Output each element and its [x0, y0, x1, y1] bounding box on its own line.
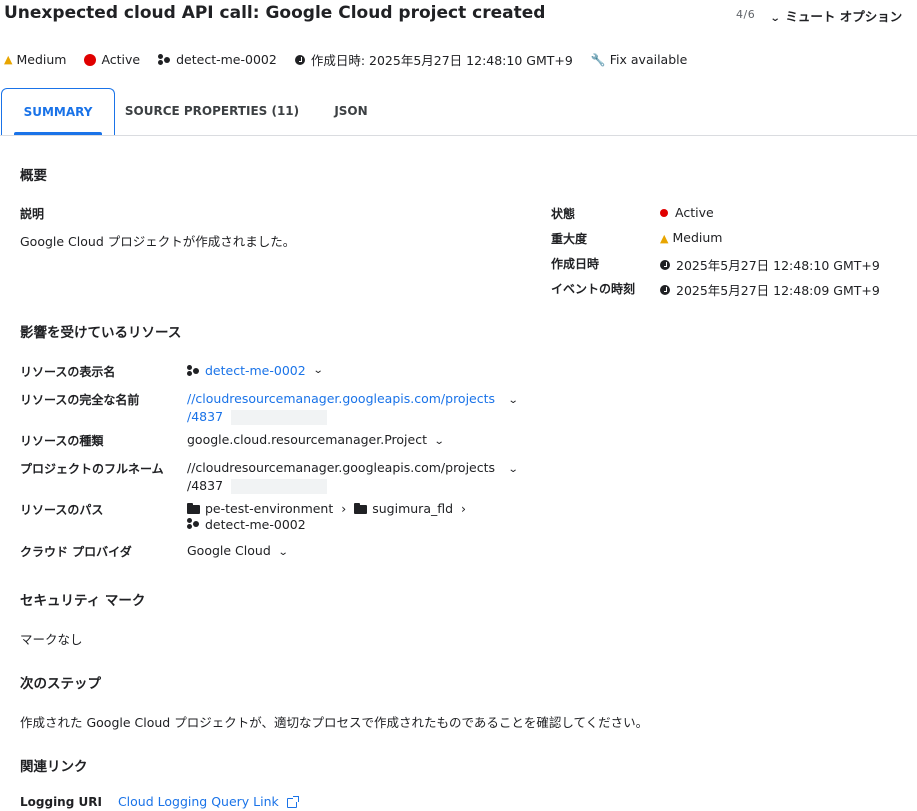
cloud-provider-text: Google Cloud — [187, 543, 271, 558]
redacted-block — [231, 479, 328, 494]
affected-resources-heading: 影響を受けているリソース — [20, 325, 182, 341]
project-full-name-value: //cloudresourcemanager.googleapis.com/pr… — [187, 460, 519, 494]
warning-icon: ▲ — [660, 232, 669, 245]
project-full-name-label: プロジェクトのフルネーム — [20, 462, 164, 476]
tab-summary-label: SUMMARY — [23, 105, 93, 119]
related-links-heading: 関連リンク — [20, 759, 88, 775]
state-badge: Active — [84, 52, 140, 67]
chevron-down-icon[interactable]: ⌄ — [508, 462, 519, 478]
clock-icon — [660, 284, 670, 295]
logging-uri-label: Logging URI — [20, 794, 102, 809]
chevron-right-icon: › — [461, 501, 467, 516]
warning-icon: ▲ — [4, 53, 13, 66]
page-title: Unexpected cloud API call: Google Cloud … — [4, 3, 546, 23]
severity-text: Medium — [16, 52, 67, 67]
clock-icon — [294, 54, 305, 65]
project-icon — [187, 365, 200, 376]
next-steps-heading: 次のステップ — [20, 676, 101, 692]
status-bar: ▲ Medium Active detect-me-0002 作成日時: 202… — [4, 50, 705, 69]
chevron-down-icon[interactable]: ⌄ — [312, 365, 323, 376]
project-icon — [187, 518, 200, 529]
chevron-down-icon[interactable]: ⌄ — [278, 547, 289, 558]
resource-type-label: リソースの種類 — [20, 434, 104, 448]
chevron-down-icon: ⌄ — [769, 13, 781, 24]
folder-icon — [187, 503, 200, 514]
cloud-provider-label: クラウド プロバイダ — [20, 545, 132, 559]
project-full-name-line1: //cloudresourcemanager.googleapis.com/pr… — [187, 460, 496, 475]
tab-json[interactable]: JSON — [318, 88, 384, 134]
created-time-text: 作成日時: 2025年5月27日 12:48:10 GMT+9 — [310, 53, 573, 68]
project-full-name-line2: /4837 — [187, 478, 224, 493]
severity-label: 重大度 — [551, 232, 588, 246]
next-steps-text: 作成された Google Cloud プロジェクトが、適切なプロセスで作成された… — [20, 715, 649, 730]
resource-display-name-value: detect-me-0002 ⌄ — [187, 363, 323, 378]
resource-type-value: google.cloud.resourcemanager.Project ⌄ — [187, 432, 445, 447]
resource-display-name-label: リソースの表示名 — [20, 365, 116, 379]
resource-full-name-link-line2[interactable]: /4837 — [187, 409, 223, 424]
resource-path-value: pe-test-environment › sugimura_fld › det… — [187, 501, 470, 533]
event-time-value: 2025年5月27日 12:48:09 GMT+9 — [660, 280, 880, 299]
event-time-value-text: 2025年5月27日 12:48:09 GMT+9 — [676, 283, 880, 298]
fix-available-text: Fix available — [609, 52, 688, 67]
tab-summary[interactable]: SUMMARY — [1, 88, 115, 135]
mute-options-label: ミュート オプション — [785, 9, 903, 24]
project-icon — [158, 54, 171, 65]
created-value: 2025年5月27日 12:48:10 GMT+9 — [660, 255, 880, 274]
logging-uri-row: Logging URI Cloud Logging Query Link — [20, 794, 299, 809]
cloud-provider-value: Google Cloud ⌄ — [187, 543, 289, 558]
event-time-label: イベントの時刻 — [551, 282, 636, 296]
path-project[interactable]: detect-me-0002 — [205, 517, 306, 532]
resource-full-name-value: //cloudresourcemanager.googleapis.com/pr… — [187, 391, 519, 425]
state-value: Active — [660, 205, 714, 220]
chevron-right-icon: › — [341, 501, 347, 516]
active-status-dot-icon — [84, 53, 97, 66]
chevron-down-icon[interactable]: ⌄ — [434, 436, 445, 447]
description-text: Google Cloud プロジェクトが作成されました。 — [20, 234, 296, 249]
path-folder-1[interactable]: pe-test-environment — [205, 501, 333, 516]
tab-source-properties[interactable]: SOURCE PROPERTIES (11) — [122, 88, 302, 134]
resource-full-name-link-line1[interactable]: //cloudresourcemanager.googleapis.com/pr… — [187, 391, 495, 406]
wrench-icon: 🔧 — [590, 52, 606, 67]
project-badge: detect-me-0002 — [158, 52, 277, 67]
resource-full-name-label: リソースの完全な名前 — [20, 393, 140, 407]
description-label: 説明 — [20, 207, 45, 221]
security-marks-heading: セキュリティ マーク — [20, 593, 146, 609]
severity-value-text: Medium — [672, 230, 723, 245]
overview-heading: 概要 — [20, 168, 47, 184]
tab-json-label: JSON — [334, 104, 368, 118]
state-value-text: Active — [675, 205, 714, 220]
state-label: 状態 — [551, 207, 576, 221]
fix-available-badge[interactable]: 🔧 Fix available — [591, 52, 688, 67]
created-time-badge: 作成日時: 2025年5月27日 12:48:10 GMT+9 — [294, 50, 573, 69]
open-external-icon — [286, 795, 299, 808]
project-text: detect-me-0002 — [176, 52, 277, 67]
mute-options-button[interactable]: ⌄ ミュート オプション — [769, 6, 903, 25]
created-label: 作成日時 — [551, 257, 600, 271]
chevron-down-icon[interactable]: ⌄ — [508, 393, 519, 409]
resource-path-label: リソースのパス — [20, 503, 104, 517]
resource-type-text: google.cloud.resourcemanager.Project — [187, 432, 427, 447]
state-text: Active — [101, 52, 141, 67]
clock-icon — [660, 259, 670, 270]
redacted-block — [231, 410, 328, 425]
severity-value: ▲ Medium — [660, 230, 722, 245]
path-folder-2[interactable]: sugimura_fld — [372, 501, 453, 516]
active-status-dot-icon — [660, 208, 668, 217]
severity-badge: ▲ Medium — [4, 52, 66, 67]
cloud-logging-query-link[interactable]: Cloud Logging Query Link — [118, 794, 279, 809]
tab-bar: SUMMARY SOURCE PROPERTIES (11) JSON — [0, 88, 917, 136]
finding-pager: 4/6 — [736, 8, 756, 21]
resource-display-name-link[interactable]: detect-me-0002 — [205, 363, 306, 378]
security-marks-text: マークなし — [20, 632, 83, 647]
tab-source-properties-label: SOURCE PROPERTIES (11) — [124, 104, 300, 118]
created-value-text: 2025年5月27日 12:48:10 GMT+9 — [676, 258, 880, 273]
folder-icon — [354, 503, 368, 514]
